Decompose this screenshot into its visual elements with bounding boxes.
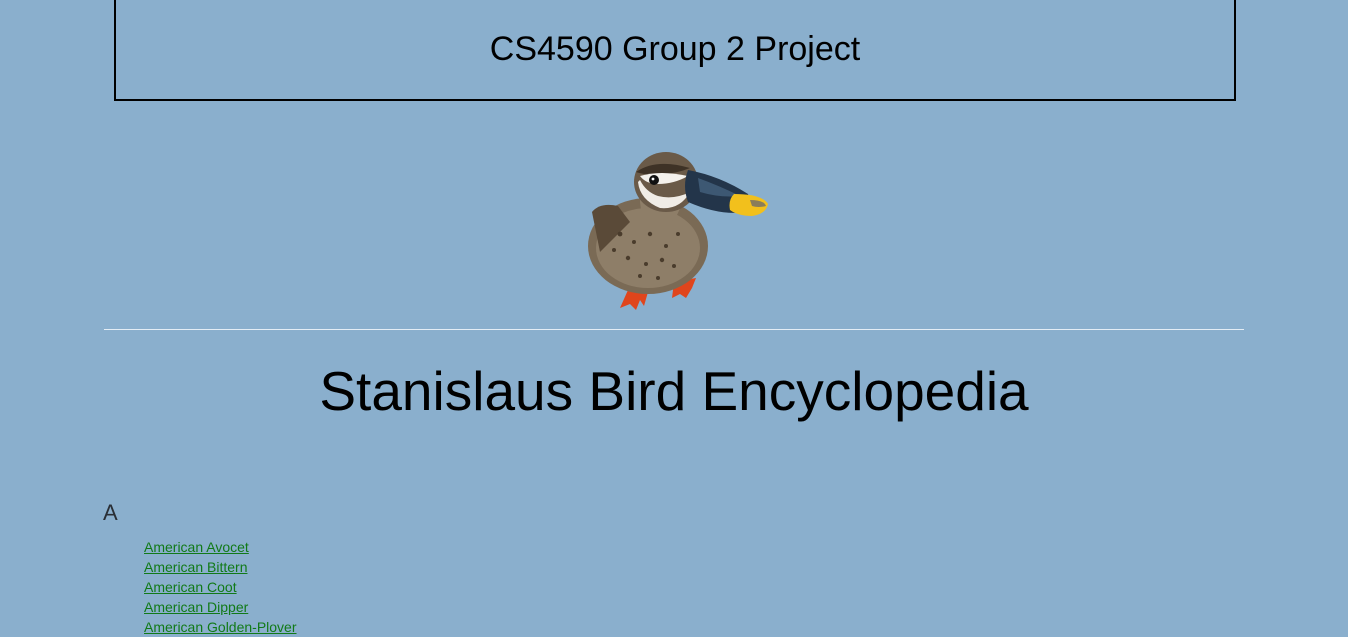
bird-link-american-avocet[interactable]: American Avocet (144, 539, 249, 555)
bird-link-american-coot[interactable]: American Coot (144, 579, 237, 595)
bird-list-a: American Avocet American Bittern America… (144, 537, 297, 637)
page-header-title: CS4590 Group 2 Project (489, 30, 861, 68)
list-item: American Bittern (144, 557, 297, 577)
header-box: CS4590 Group 2 Project (114, 0, 1236, 101)
bird-link-american-bittern[interactable]: American Bittern (144, 559, 247, 575)
list-item: American Avocet (144, 537, 297, 557)
list-item: American Golden-Plover (144, 617, 297, 637)
duck-logo (570, 142, 780, 314)
list-item: American Dipper (144, 597, 297, 617)
bird-link-american-dipper[interactable]: American Dipper (144, 599, 248, 615)
bird-link-american-golden-plover[interactable]: American Golden-Plover (144, 619, 297, 635)
main-title: Stanislaus Bird Encyclopedia (319, 360, 1029, 422)
duck-icon (588, 152, 768, 310)
section-divider (104, 329, 1244, 330)
section-letter-a: A (103, 500, 118, 525)
list-item: American Coot (144, 577, 297, 597)
